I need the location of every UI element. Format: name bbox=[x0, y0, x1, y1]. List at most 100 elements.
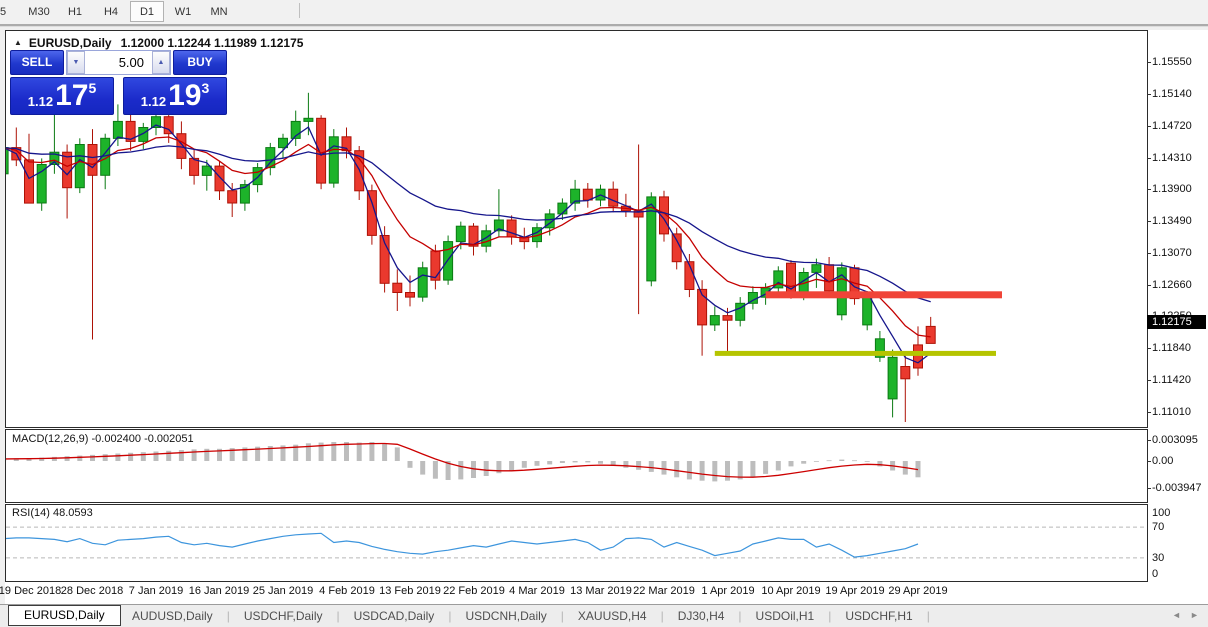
tab-usdchf-daily[interactable]: USDCHF,Daily bbox=[230, 605, 337, 627]
macd-tick-label: 0.003095 bbox=[1152, 434, 1198, 446]
tab-xauusd-h4[interactable]: XAUUSD,H4 bbox=[564, 605, 661, 627]
date-label: 10 Apr 2019 bbox=[761, 585, 820, 597]
tab-audusd-daily[interactable]: AUDUSD,Daily bbox=[118, 605, 227, 627]
timeframe-button-m30[interactable]: M30 bbox=[22, 1, 56, 22]
macd-histogram-bar bbox=[192, 449, 197, 461]
chart-symbol-title: EURUSD,Daily bbox=[29, 36, 112, 50]
macd-histogram-bar bbox=[839, 460, 844, 461]
macd-histogram-bar bbox=[573, 461, 578, 462]
macd-histogram-bar bbox=[458, 461, 463, 479]
macd-histogram-bar bbox=[522, 461, 527, 468]
buy-button[interactable]: BUY bbox=[173, 50, 227, 75]
macd-histogram-bar bbox=[509, 461, 514, 471]
macd-histogram-bar bbox=[369, 442, 374, 461]
tab-usdoil-h1[interactable]: USDOil,H1 bbox=[742, 605, 829, 627]
price-tick-label: 1.15140 bbox=[1152, 88, 1192, 100]
buy-price-pip: 3 bbox=[201, 80, 209, 96]
rsi-line bbox=[6, 533, 918, 557]
tab-usdcnh-daily[interactable]: USDCNH,Daily bbox=[451, 605, 560, 627]
macd-histogram-bar bbox=[382, 443, 387, 461]
chart-collapse-icon[interactable]: ▲ bbox=[14, 38, 22, 47]
trading-platform-window: 5M30H1H4D1W1MN ▲EURUSD,Daily1.12000 1.12… bbox=[0, 0, 1208, 627]
chart-title-row: ▲ EURUSD,Daily 1.12000 1.12244 1.11989 1.1… bbox=[14, 36, 303, 50]
one-click-trading-panel: SELL ▼ 5.00 ▲ BUY 1.12 17 5 1.12 19 3 bbox=[10, 50, 227, 115]
date-label: 16 Jan 2019 bbox=[189, 585, 250, 597]
rsi-label: RSI(14) bbox=[12, 507, 50, 519]
macd-histogram-bar bbox=[776, 461, 781, 471]
date-label: 28 Dec 2018 bbox=[61, 585, 123, 597]
sell-button[interactable]: SELL bbox=[10, 50, 64, 75]
sell-price-button[interactable]: 1.12 17 5 bbox=[10, 77, 114, 115]
buy-price-prefix: 1.12 bbox=[141, 94, 166, 109]
buy-price-main: 19 bbox=[168, 81, 201, 111]
candles bbox=[6, 93, 935, 422]
macd-histogram-bar bbox=[65, 456, 70, 461]
timeframe-toolbar: 5M30H1H4D1W1MN bbox=[0, 0, 1208, 24]
date-label: 25 Jan 2019 bbox=[253, 585, 314, 597]
rsi-tick-label: 30 bbox=[1152, 552, 1164, 564]
current-price-marker: 1.12175 bbox=[1147, 315, 1206, 329]
price-tick-dash bbox=[1147, 221, 1151, 222]
volume-increase-icon[interactable]: ▲ bbox=[152, 51, 170, 74]
price-tick-dash bbox=[1147, 285, 1151, 286]
tab-usdcad-daily[interactable]: USDCAD,Daily bbox=[340, 605, 449, 627]
date-label: 19 Dec 2018 bbox=[0, 585, 61, 597]
macd-label: MACD(12,26,9) bbox=[12, 433, 88, 445]
buy-price-button[interactable]: 1.12 19 3 bbox=[123, 77, 227, 115]
volume-decrease-icon[interactable]: ▼ bbox=[67, 51, 85, 74]
date-label: 4 Feb 2019 bbox=[319, 585, 375, 597]
macd-histogram-bar bbox=[687, 461, 692, 479]
tab-usdchf-h1[interactable]: USDCHF,H1 bbox=[831, 605, 926, 627]
rsi-tick-label: 100 bbox=[1152, 507, 1170, 519]
price-tick-dash bbox=[1147, 62, 1151, 63]
macd-histogram-bar bbox=[750, 461, 755, 477]
macd-histogram-bar bbox=[166, 451, 171, 461]
price-tick-label: 1.14720 bbox=[1152, 120, 1192, 132]
macd-histogram-bar bbox=[103, 454, 108, 461]
tab-dj30-h4[interactable]: DJ30,H4 bbox=[664, 605, 739, 627]
rsi-tick-label: 70 bbox=[1152, 521, 1164, 533]
macd-histogram-bar bbox=[115, 454, 120, 462]
macd-histogram-bar bbox=[814, 461, 819, 462]
macd-histogram-bar bbox=[420, 461, 425, 475]
macd-histogram-bar bbox=[865, 461, 870, 462]
macd-histogram-bar bbox=[712, 461, 717, 481]
sell-price-pip: 5 bbox=[88, 80, 96, 96]
timeframe-button-mn[interactable]: MN bbox=[202, 1, 236, 22]
price-tick-dash bbox=[1147, 94, 1151, 95]
price-tick-dash bbox=[1147, 158, 1151, 159]
price-tick-label: 1.13070 bbox=[1152, 247, 1192, 259]
macd-histogram-bar bbox=[763, 461, 768, 474]
price-tick-dash bbox=[1147, 253, 1151, 254]
macd-histogram-bar bbox=[433, 461, 438, 479]
timeframe-button-h4[interactable]: H4 bbox=[94, 1, 128, 22]
macd-histogram-bar bbox=[90, 455, 95, 461]
volume-input[interactable]: 5.00 bbox=[85, 51, 152, 74]
price-tick-dash bbox=[1147, 126, 1151, 127]
timeframe-button-w1[interactable]: W1 bbox=[166, 1, 200, 22]
price-tick-label: 1.11010 bbox=[1152, 406, 1191, 418]
rsi-pane[interactable] bbox=[5, 504, 1148, 582]
moving-average-line bbox=[6, 137, 931, 337]
price-tick-dash bbox=[1147, 189, 1151, 190]
tab-scroll-right-icon[interactable]: ► bbox=[1190, 610, 1199, 620]
support-ray bbox=[715, 351, 996, 356]
macd-histogram-bar bbox=[141, 452, 146, 461]
macd-histogram-bar bbox=[179, 450, 184, 461]
chart-ohlc-values: 1.12000 1.12244 1.11989 1.12175 bbox=[121, 36, 304, 50]
rsi-value: 48.0593 bbox=[53, 507, 93, 519]
macd-tick-dash bbox=[1147, 461, 1151, 462]
price-tick-label: 1.14310 bbox=[1152, 152, 1192, 164]
macd-histogram-bar bbox=[852, 460, 857, 461]
timeframe-button-d1[interactable]: D1 bbox=[130, 1, 164, 22]
price-tick-dash bbox=[1147, 348, 1151, 349]
macd-histogram-bar bbox=[77, 456, 82, 461]
macd-histogram-bar bbox=[801, 461, 806, 464]
macd-histogram-bar bbox=[827, 460, 832, 461]
date-label: 13 Feb 2019 bbox=[379, 585, 441, 597]
macd-histogram-bar bbox=[598, 461, 603, 464]
timeframe-button-h1[interactable]: H1 bbox=[58, 1, 92, 22]
timeframe-button-5[interactable]: 5 bbox=[0, 1, 20, 22]
tab-scroll-left-icon[interactable]: ◄ bbox=[1172, 610, 1181, 620]
tab-active-symbol[interactable]: EURUSD,Daily bbox=[8, 605, 121, 626]
